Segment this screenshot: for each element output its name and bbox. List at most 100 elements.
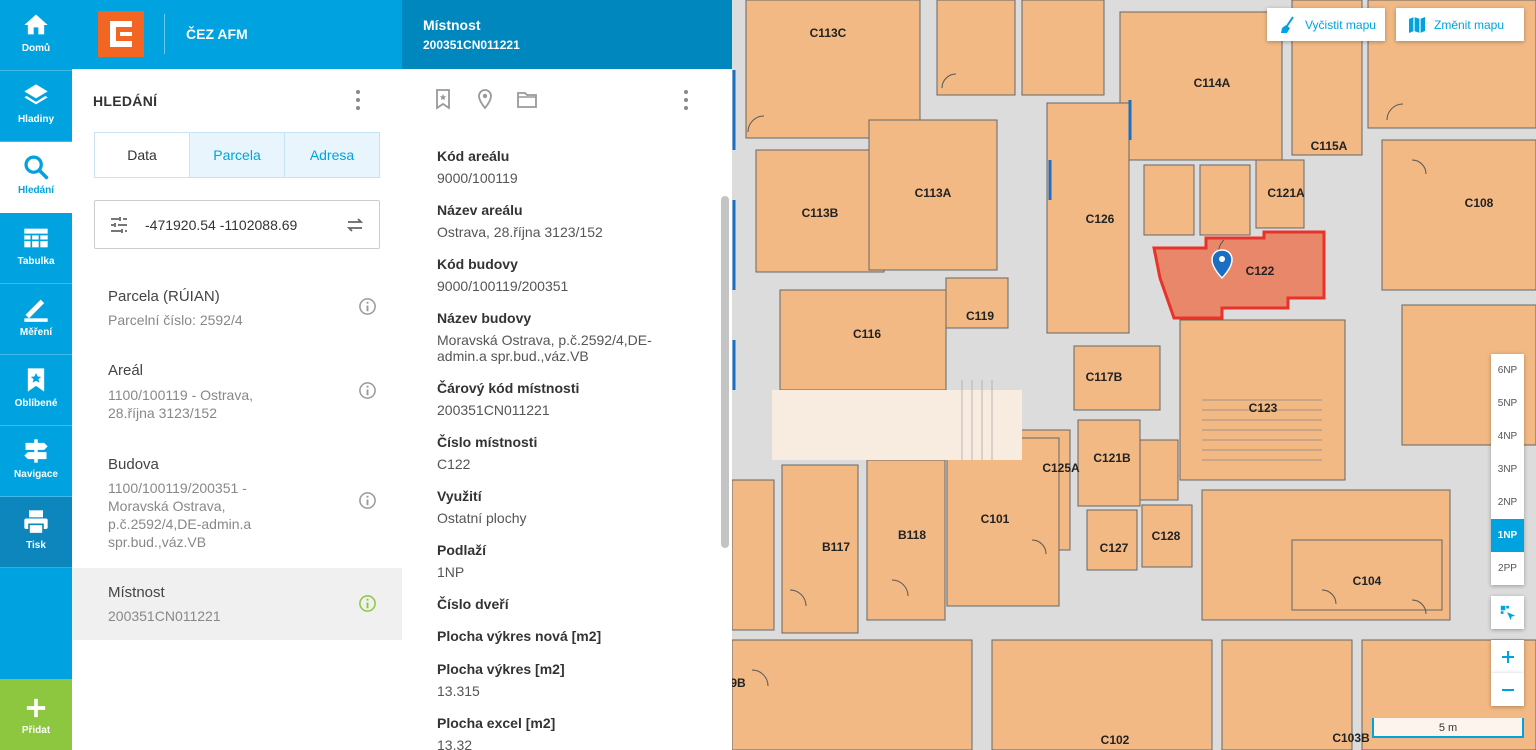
- rail-item-search[interactable]: Hledání: [0, 142, 72, 213]
- home-icon: [24, 14, 48, 35]
- rail-item-label: Domů: [21, 43, 51, 54]
- room-label: C125A: [1042, 461, 1080, 475]
- field-value: 13.315: [437, 683, 480, 699]
- tab-data[interactable]: Data: [95, 133, 189, 177]
- field-label: Číslo dveří: [437, 596, 509, 612]
- search-tabs: Data Parcela Adresa: [94, 132, 380, 178]
- rail-item-navigation[interactable]: Navigace: [0, 426, 72, 497]
- room-label: C117B: [1086, 370, 1123, 384]
- app: Domů Hladiny Hledání Tabulka Měření Oblí…: [0, 0, 1536, 750]
- add-button-label: Přidat: [21, 725, 51, 736]
- field-label: Plocha excel [m2]: [437, 715, 556, 731]
- rail-item-home[interactable]: Domů: [0, 0, 72, 71]
- result-title: Místnost: [108, 584, 165, 601]
- floor-1np[interactable]: 1NP: [1491, 519, 1524, 552]
- result-title: Areál: [108, 362, 144, 379]
- selected-room[interactable]: [1152, 230, 1326, 320]
- field-label: Název budovy: [437, 310, 532, 326]
- field-value: 1NP: [437, 564, 465, 580]
- printer-icon: [24, 510, 48, 535]
- info-icon[interactable]: [358, 297, 377, 316]
- room-label: C108: [1465, 196, 1494, 210]
- rail-item-favorites[interactable]: Oblíbené: [0, 355, 72, 426]
- layers-icon: [24, 84, 48, 105]
- change-map-button[interactable]: Změnit mapu: [1396, 8, 1524, 41]
- sliders-icon[interactable]: [109, 215, 129, 235]
- clear-map-button[interactable]: Vyčistit mapu: [1267, 8, 1385, 41]
- rail-item-table[interactable]: Tabulka: [0, 213, 72, 284]
- map-icon: [1409, 16, 1425, 33]
- bookmark-icon[interactable]: [433, 88, 453, 110]
- add-button[interactable]: Přidat: [0, 679, 72, 750]
- clear-map-label: Vyčistit mapu: [1305, 17, 1376, 32]
- detail-scrollbar[interactable]: [721, 196, 729, 548]
- result-title: Budova: [108, 456, 159, 473]
- rail-item-measure[interactable]: Měření: [0, 284, 72, 355]
- brand-separator: [164, 14, 165, 54]
- coordinate-search-field[interactable]: -471920.54 -1102088.69: [94, 200, 380, 249]
- room-label: C115A: [1311, 139, 1348, 153]
- rail-item-label: Oblíbené: [14, 398, 58, 409]
- result-subtitle: 1100/100119/200351 - Moravská Ostrava, p…: [108, 480, 252, 550]
- broom-icon: [1281, 15, 1294, 33]
- room-label: B117: [822, 540, 850, 554]
- app-title: ČEZ AFM: [186, 26, 248, 42]
- rail-item-label: Tabulka: [17, 256, 55, 267]
- search-title: HLEDÁNÍ: [93, 93, 158, 109]
- field-label: Kód areálu: [437, 148, 510, 164]
- floor-plan[interactable]: C113C C114A C115A C113A C113B C121A C108 C126 C1…: [732, 0, 1536, 750]
- room-label: C113A: [915, 186, 952, 200]
- result-parcel[interactable]: Parcela (RÚIAN) Parcelní číslo: 2592/4: [72, 268, 402, 340]
- result-building[interactable]: Budova 1100/100119/200351 - Moravská Ost…: [72, 438, 402, 566]
- room-label: C128: [1152, 529, 1181, 543]
- rail-item-layers[interactable]: Hladiny: [0, 71, 72, 142]
- field-value: 13.32: [437, 737, 473, 750]
- info-icon[interactable]: [358, 594, 377, 613]
- map-view[interactable]: C113C C114A C115A C113A C113B C121A C108 C126 C1…: [732, 0, 1536, 750]
- rail-item-label: Hledání: [17, 185, 55, 196]
- result-area[interactable]: Areál 1100/100119 - Ostrava, 28.října 31…: [72, 344, 402, 434]
- room-label: C122: [1246, 264, 1275, 278]
- location-pin-icon[interactable]: [475, 88, 495, 110]
- room-label: C113B: [802, 206, 839, 220]
- field-value: 200351CN011221: [437, 402, 550, 418]
- zoom-out-button[interactable]: [1491, 673, 1524, 706]
- room-label: C104: [1353, 574, 1382, 588]
- floor-5np[interactable]: 5NP: [1491, 387, 1524, 420]
- plus-icon: [26, 698, 46, 718]
- info-icon[interactable]: [358, 381, 377, 400]
- floor-2pp[interactable]: 2PP: [1491, 552, 1524, 585]
- field-label: Kód budovy: [437, 256, 518, 272]
- select-tool-button[interactable]: [1491, 596, 1524, 629]
- room-label: C119: [966, 309, 994, 323]
- field-label: Číslo místnosti: [437, 434, 538, 450]
- select-cursor-icon: [1500, 605, 1515, 620]
- rail-item-label: Tisk: [26, 540, 46, 551]
- field-label: Název areálu: [437, 202, 523, 218]
- floor-3np[interactable]: 3NP: [1491, 453, 1524, 486]
- swap-icon[interactable]: [345, 215, 365, 235]
- result-title: Parcela (RÚIAN): [108, 288, 220, 305]
- room-label: 9B: [732, 676, 746, 690]
- room-label: C121A: [1267, 186, 1305, 200]
- detail-title: Místnost: [423, 17, 481, 33]
- floor-6np[interactable]: 6NP: [1491, 354, 1524, 387]
- floor-4np[interactable]: 4NP: [1491, 420, 1524, 453]
- tab-parcel[interactable]: Parcela: [189, 133, 284, 177]
- rail-item-label: Měření: [19, 327, 53, 338]
- rail-item-print[interactable]: Tisk: [0, 497, 72, 568]
- more-vertical-icon[interactable]: [678, 88, 694, 112]
- field-label: Čárový kód místnosti: [437, 380, 580, 396]
- coordinate-value[interactable]: -471920.54 -1102088.69: [145, 217, 297, 233]
- result-room[interactable]: Místnost 200351CN011221: [72, 568, 402, 640]
- more-vertical-icon[interactable]: [350, 88, 366, 112]
- zoom-in-button[interactable]: [1491, 640, 1524, 673]
- folder-icon[interactable]: [516, 88, 538, 110]
- tab-address[interactable]: Adresa: [284, 133, 379, 177]
- room-label: C123: [1249, 401, 1278, 415]
- room-label: C102: [1101, 733, 1130, 747]
- floor-2np[interactable]: 2NP: [1491, 486, 1524, 519]
- info-icon[interactable]: [358, 491, 377, 510]
- field-label: Plocha výkres nová [m2]: [437, 628, 602, 644]
- detail-panel: Místnost 200351CN011221 Kód areálu 9000/…: [402, 0, 776, 750]
